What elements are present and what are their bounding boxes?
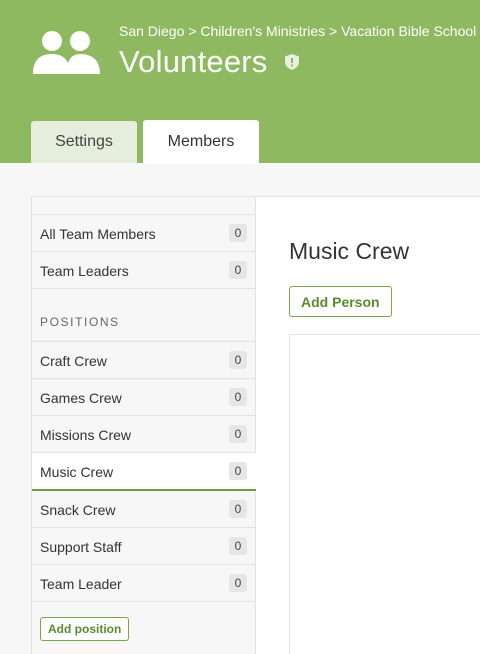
- tab-settings[interactable]: Settings: [31, 121, 137, 163]
- sidebar: All Team Members 0 Team Leaders 0 POSITI…: [31, 196, 256, 654]
- sidebar-item-label: All Team Members: [40, 226, 156, 242]
- tab-members[interactable]: Members: [143, 120, 259, 164]
- sidebar-item-label: Games Crew: [40, 390, 122, 406]
- sidebar-item-music-crew[interactable]: Music Crew 0: [32, 453, 256, 491]
- sidebar-item-craft-crew[interactable]: Craft Crew 0: [32, 341, 256, 379]
- page-title: Volunteers: [119, 44, 268, 79]
- count-badge: 0: [229, 574, 247, 592]
- count-badge: 0: [229, 351, 247, 369]
- positions-heading: POSITIONS: [40, 315, 120, 329]
- main-content: Music Crew Add Person: [256, 196, 480, 654]
- sidebar-item-label: Team Leader: [40, 576, 122, 592]
- sidebar-item-label: Music Crew: [40, 464, 114, 480]
- count-badge: 0: [229, 261, 247, 279]
- team-icon: [33, 31, 100, 74]
- sidebar-item-team-leaders[interactable]: Team Leaders 0: [32, 252, 256, 289]
- sidebar-item-label: Snack Crew: [40, 502, 116, 518]
- count-badge: 0: [229, 500, 247, 518]
- add-person-button[interactable]: Add Person: [289, 286, 392, 317]
- members-panel: [289, 334, 480, 654]
- sidebar-item-team-leader[interactable]: Team Leader 0: [32, 565, 256, 602]
- sidebar-item-missions-crew[interactable]: Missions Crew 0: [32, 416, 256, 453]
- add-position-button[interactable]: Add position: [40, 617, 130, 641]
- shield-icon: [285, 54, 299, 70]
- sidebar-item-label: Team Leaders: [40, 263, 129, 279]
- sidebar-item-label: Missions Crew: [40, 427, 132, 443]
- sidebar-item-games-crew[interactable]: Games Crew 0: [32, 379, 256, 416]
- sidebar-item-label: Support Staff: [40, 539, 122, 555]
- count-badge: 0: [229, 537, 247, 555]
- sidebar-item-all-team-members[interactable]: All Team Members 0: [32, 214, 256, 252]
- position-title: Music Crew: [289, 238, 410, 264]
- sidebar-item-label: Craft Crew: [40, 353, 107, 369]
- count-badge: 0: [229, 462, 247, 480]
- count-badge: 0: [229, 388, 247, 406]
- count-badge: 0: [229, 224, 247, 242]
- count-badge: 0: [229, 425, 247, 443]
- breadcrumb[interactable]: San Diego > Children's Ministries > Vaca…: [119, 23, 476, 39]
- sidebar-item-snack-crew[interactable]: Snack Crew 0: [32, 491, 256, 528]
- sidebar-item-support-staff[interactable]: Support Staff 0: [32, 528, 256, 565]
